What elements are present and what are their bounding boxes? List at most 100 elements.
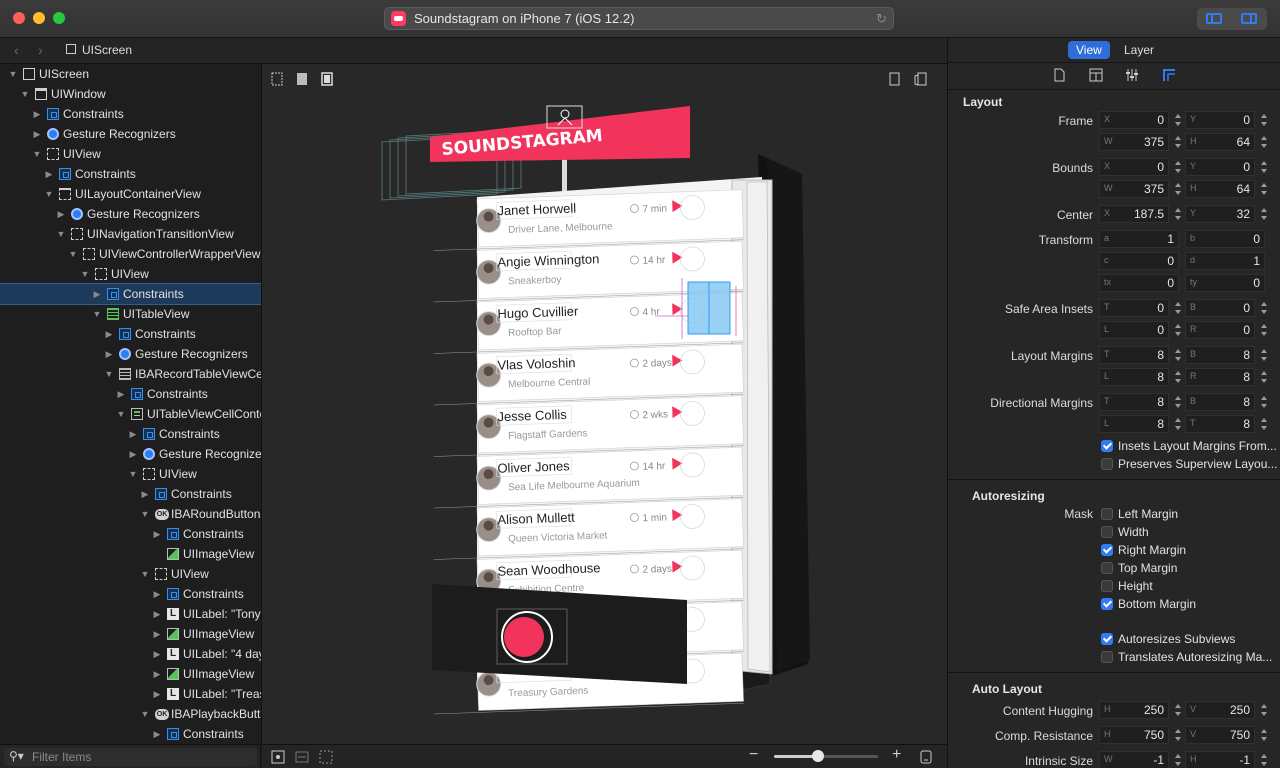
frame-x[interactable]: X0 [1099,111,1169,129]
directional-margins-t[interactable]: T8 [1185,415,1255,433]
outline-row[interactable]: ▼ UIView [0,464,261,484]
stepper[interactable] [1174,368,1183,386]
outline-row[interactable]: ▼ OK IBAPlaybackButto [0,704,261,724]
zoom-slider[interactable] [774,750,878,762]
layout-margins-b[interactable]: B8 [1185,346,1255,364]
reload-icon[interactable]: ↻ [876,11,887,27]
transform-b[interactable]: b0 [1185,230,1265,248]
outline-row[interactable]: ▶ Constraints [0,384,261,404]
disclosure-closed-icon[interactable]: ▶ [152,624,162,644]
outline-row[interactable]: ▶ Constraints [0,584,261,604]
tab-layer[interactable]: Layer [1116,41,1162,59]
stepper[interactable] [1260,415,1269,433]
toggle-inspector-button[interactable] [1232,8,1267,30]
mask-checkbox[interactable] [1101,544,1113,556]
preserves-checkbox[interactable] [1101,458,1113,470]
toggle-navigator-button[interactable] [1197,8,1232,30]
transform-ty[interactable]: ty 0 [1185,274,1265,292]
outline-row[interactable]: ▶ Gesture Recognizers [0,344,261,364]
bounds-y[interactable]: Y0 [1185,158,1255,176]
bounds-x[interactable]: X0 [1099,158,1169,176]
frame-h[interactable]: H 64 [1185,133,1255,151]
mask-checkbox[interactable] [1101,508,1113,520]
safe-area-l[interactable]: L0 [1099,321,1169,339]
disclosure-open-icon[interactable]: ▼ [8,64,18,84]
object-inspector-icon[interactable] [1089,68,1103,82]
outline-row[interactable]: ▶ L UILabel: "4 day [0,644,261,664]
outline-row[interactable]: ▼ UITableViewCellContentView [0,404,261,424]
stepper[interactable] [1174,701,1183,719]
zoom-window-button[interactable] [53,12,65,24]
zoom-in-icon[interactable]: + [892,746,901,764]
disclosure-closed-icon[interactable]: ▶ [152,684,162,704]
frame-icon[interactable] [270,749,286,765]
center-x[interactable]: X 187.5 [1099,205,1169,223]
outline-row[interactable]: ▶ Constraints [0,484,261,504]
bounds-w[interactable]: W 375 [1099,180,1169,198]
bounds-h[interactable]: H 64 [1185,180,1255,198]
outline-row[interactable]: ▼ UIView [0,564,261,584]
outline-row[interactable]: ▶ Constraints [0,324,261,344]
close-window-button[interactable] [13,12,25,24]
disclosure-open-icon[interactable]: ▼ [140,564,150,584]
outline-row[interactable]: ▶ Constraints [0,104,261,124]
size-inspector-icon[interactable] [1162,68,1176,82]
show-constraints-icon[interactable] [294,749,310,765]
filter-input[interactable] [32,748,252,766]
outline-row[interactable]: ▶ Gesture Recognizers [0,444,261,464]
disclosure-closed-icon[interactable]: ▶ [104,324,114,344]
outline-row[interactable]: ▼ UIView [0,144,261,164]
disclosure-closed-icon[interactable]: ▶ [128,444,138,464]
outline-row[interactable]: ▶ Constraints [0,724,261,744]
stepper[interactable] [1260,346,1269,364]
orientation-icon[interactable] [918,749,934,765]
outline-row[interactable]: UIImageView [0,544,261,564]
disclosure-closed-icon[interactable]: ▶ [128,424,138,444]
intrinsic-size-h[interactable]: H -1 [1185,751,1255,768]
search-icon[interactable]: ⚲▾ [9,749,24,763]
stepper[interactable] [1174,415,1183,433]
disclosure-open-icon[interactable]: ▼ [116,404,126,424]
minimize-window-button[interactable] [33,12,45,24]
stepper[interactable] [1174,205,1183,223]
transform-tx[interactable]: tx 0 [1099,274,1179,292]
stepper[interactable] [1260,701,1269,719]
layout-margins-r[interactable]: R8 [1185,368,1255,386]
stepper[interactable] [1260,368,1269,386]
disclosure-closed-icon[interactable]: ▶ [152,524,162,544]
disclosure-closed-icon[interactable]: ▶ [32,124,42,144]
disclosure-closed-icon[interactable]: ▶ [152,664,162,684]
outline-row[interactable]: ▶ UIImageView [0,664,261,684]
outline-row[interactable]: ▶ Gesture Recognizers [0,124,261,144]
breadcrumb-item[interactable]: UIScreen [82,43,132,57]
file-inspector-icon[interactable] [1052,68,1066,82]
mask-checkbox[interactable] [1101,580,1113,592]
record-button[interactable] [504,617,544,657]
disclosure-open-icon[interactable]: ▼ [32,144,42,164]
stepper[interactable] [1260,299,1269,317]
disclosure-open-icon[interactable]: ▼ [104,364,114,384]
zoom-knob[interactable] [811,750,824,762]
outline-row[interactable]: ▶ UIImageView [0,624,261,644]
stepper[interactable] [1260,321,1269,339]
outline-row[interactable]: ▶ Constraints [0,164,261,184]
outline-row[interactable]: ▼ UITableView [0,304,261,324]
table-cell[interactable]: Jesse CollisFlagstaff Gardens2 wks [432,395,744,457]
stepper[interactable] [1174,111,1183,129]
outline-row[interactable]: ▶ Constraints [0,424,261,444]
outline-row[interactable]: ▼ UIViewControllerWrapperView [0,244,261,264]
outline-row[interactable]: ▶ Constraints [0,283,261,305]
safe-area-r[interactable]: R0 [1185,321,1255,339]
disclosure-open-icon[interactable]: ▼ [80,264,90,284]
zoom-out-icon[interactable]: − [749,746,758,764]
disclosure-open-icon[interactable]: ▼ [44,184,54,204]
mask-checkbox[interactable] [1101,562,1113,574]
center-y[interactable]: Y 32 [1185,205,1255,223]
disclosure-closed-icon[interactable]: ▶ [152,584,162,604]
disclosure-closed-icon[interactable]: ▶ [152,724,162,744]
disclosure-closed-icon[interactable]: ▶ [44,164,54,184]
disclosure-open-icon[interactable]: ▼ [128,464,138,484]
stepper[interactable] [1174,158,1183,176]
safe-area-b[interactable]: B0 [1185,299,1255,317]
outline-row[interactable]: ▶ Gesture Recognizers [0,204,261,224]
